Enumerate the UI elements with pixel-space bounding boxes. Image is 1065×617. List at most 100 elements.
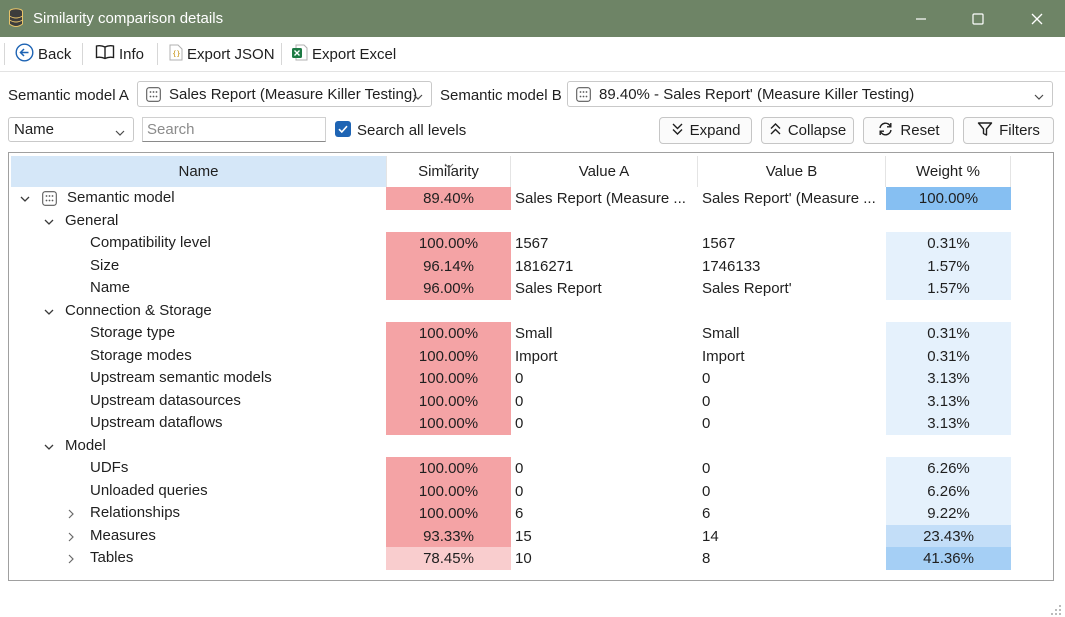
info-button[interactable]: Info (95, 44, 144, 64)
title-bar: Similarity comparison details (0, 0, 1065, 37)
column-header-weight[interactable]: Weight % (886, 156, 1011, 187)
weight-cell: 100.00% (886, 187, 1011, 210)
semantic-model-b-select[interactable]: 89.40% - Sales Report' (Measure Killer T… (567, 81, 1053, 107)
value-a-cell: 0 (515, 482, 524, 500)
filters-button[interactable]: Filters (963, 117, 1054, 144)
search-field-select[interactable]: Name (8, 117, 134, 142)
table-row[interactable]: Model (9, 435, 1053, 458)
value-b-cell: 0 (702, 415, 711, 432)
export-excel-button[interactable]: Export Excel (291, 44, 396, 64)
value-b-cell: Small (702, 325, 740, 342)
weight-cell: 0.31% (886, 232, 1011, 255)
model-icon (576, 86, 591, 102)
value-a-cell: 0 (515, 370, 524, 387)
table-row[interactable]: General (9, 210, 1053, 233)
chevron-right-icon[interactable] (65, 531, 77, 543)
excel-file-icon (291, 44, 308, 65)
reset-button[interactable]: Reset (863, 117, 954, 144)
weight-cell: 23.43% (886, 524, 1011, 548)
column-header-similarity[interactable]: Similarity (387, 156, 511, 187)
chevron-down-icon[interactable] (43, 441, 55, 453)
chevron-down-icon[interactable] (43, 216, 55, 228)
close-window-button[interactable] (1009, 0, 1065, 37)
name-cell: Connection & Storage (9, 300, 386, 323)
row-label: Name (90, 279, 131, 296)
name-cell: Semantic model (9, 187, 386, 210)
column-header-value-a[interactable]: Value A (511, 156, 698, 187)
table-row[interactable]: Storage modes 100.00% Import Import 0.31% (9, 344, 1053, 368)
chevron-right-icon[interactable] (65, 553, 77, 565)
value-a-cell: 1816271 (515, 257, 574, 275)
similarity-cell: 96.14% (386, 254, 511, 278)
expand-button[interactable]: Expand (659, 117, 752, 144)
window-title: Similarity comparison details (33, 10, 224, 27)
table-row[interactable]: Semantic model 89.40% Sales Report (Measur… (9, 187, 1053, 210)
maximize-button[interactable] (950, 0, 1006, 37)
value-b-cell: 14 (702, 527, 719, 545)
search-all-levels-checkbox[interactable] (335, 121, 351, 137)
search-input[interactable] (142, 117, 326, 142)
table-row[interactable]: Upstream datasources 100.00% 0 0 3.13% (9, 389, 1053, 413)
table-row[interactable]: Storage type 100.00% Small Small 0.31% (9, 322, 1053, 345)
similarity-cell: 100.00% (386, 479, 511, 503)
table-row[interactable]: Size 96.14% 1816271 1746133 1.57% (9, 254, 1053, 278)
value-b-cell: 8 (702, 550, 711, 567)
table-row[interactable]: Tables 78.45% 10 8 41.36% (9, 547, 1053, 570)
similarity-cell: 100.00% (386, 389, 511, 413)
similarity-cell (386, 210, 511, 233)
toolbar-grip (4, 43, 5, 65)
value-a-cell: 0 (515, 460, 524, 477)
value-a-cell (511, 300, 698, 323)
table-row[interactable]: UDFs 100.00% 0 0 6.26% (9, 457, 1053, 480)
column-header-value-b[interactable]: Value B (698, 156, 886, 187)
collapse-button[interactable]: Collapse (761, 117, 854, 144)
row-label: Tables (90, 549, 134, 566)
weight-cell: 1.57% (886, 277, 1011, 300)
chevron-down-icon[interactable] (19, 193, 31, 205)
table-row[interactable]: Name 96.00% Sales Report Sales Report' 1.57% (9, 277, 1053, 300)
similarity-cell: 100.00% (386, 344, 511, 368)
search-all-levels-label: Search all levels (357, 122, 467, 139)
column-header-name[interactable]: Name (11, 156, 387, 187)
back-arrow-icon (15, 42, 34, 66)
collapse-chevrons-icon (769, 122, 782, 140)
chevron-down-icon (412, 89, 424, 106)
export-json-button[interactable]: {} Export JSON (169, 44, 275, 64)
weight-cell: 6.26% (886, 479, 1011, 503)
value-b-cell (698, 435, 886, 458)
weight-cell: 41.36% (886, 547, 1011, 570)
similarity-cell (386, 300, 511, 323)
row-label: Upstream semantic models (90, 369, 272, 386)
row-label: Model (65, 436, 106, 454)
table-row[interactable]: Upstream semantic models 100.00% 0 0 3.13% (9, 367, 1053, 390)
table-row[interactable]: Compatibility level 100.00% 1567 1567 0.31% (9, 232, 1053, 255)
name-cell: Tables (9, 547, 386, 570)
chevron-right-icon[interactable] (65, 508, 77, 520)
name-cell: Storage type (9, 322, 386, 345)
table-row[interactable]: Connection & Storage (9, 300, 1053, 323)
row-label: Upstream datasources (90, 391, 241, 409)
resize-grip-icon[interactable] (1050, 603, 1062, 617)
minimize-icon (916, 17, 926, 20)
table-row[interactable]: Upstream dataflows 100.00% 0 0 3.13% (9, 412, 1053, 435)
minimize-button[interactable] (893, 0, 949, 37)
table-row[interactable]: Relationships 100.00% 6 6 9.22% (9, 502, 1053, 525)
semantic-model-a-select[interactable]: Sales Report (Measure Killer Testing) (137, 81, 432, 107)
similarity-cell: 100.00% (386, 232, 511, 255)
table-row[interactable]: Measures 93.33% 15 14 23.43% (9, 524, 1053, 548)
refresh-icon (877, 121, 894, 141)
row-label: Unloaded queries (90, 481, 208, 499)
row-label: Storage type (90, 324, 176, 341)
similarity-cell: 96.00% (386, 277, 511, 300)
table-row[interactable]: Unloaded queries 100.00% 0 0 6.26% (9, 479, 1053, 503)
value-b-cell: Sales Report' (Measure ... (702, 190, 876, 207)
back-button[interactable]: Back (15, 42, 71, 66)
similarity-cell: 89.40% (386, 187, 511, 210)
name-cell: Upstream semantic models (9, 367, 386, 390)
chevron-down-icon[interactable] (43, 306, 55, 318)
row-label: Storage modes (90, 346, 192, 364)
weight-cell: 9.22% (886, 502, 1011, 525)
checkmark-icon (338, 125, 348, 134)
value-a-cell (511, 435, 698, 458)
value-a-cell: Sales Report (Measure ... (515, 190, 686, 207)
